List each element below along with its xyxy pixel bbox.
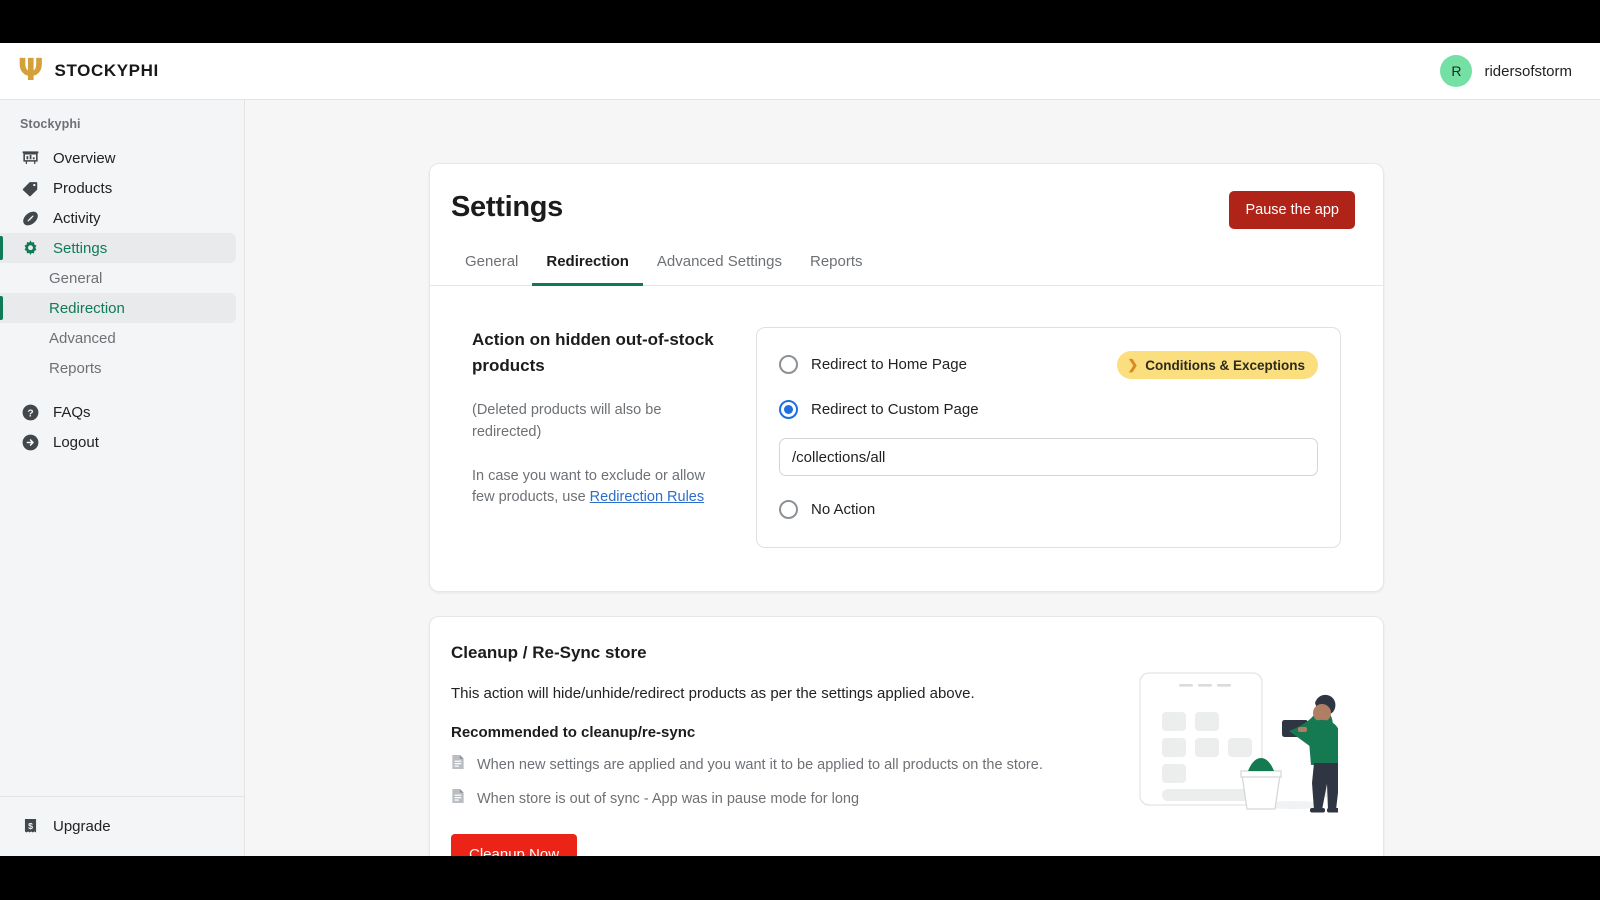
activity-icon [20,208,40,228]
receipt-dollar-icon: $ [20,816,40,836]
sidebar: Stockyphi Overview Products Activity Set… [0,100,245,856]
conditions-exceptions-badge[interactable]: ❯ Conditions & Exceptions [1117,351,1318,379]
cleanup-now-button[interactable]: Cleanup Now [451,834,578,856]
sidebar-item-label: Products [53,179,113,197]
sidebar-item-products[interactable]: Products [0,173,236,203]
custom-url-input[interactable] [779,438,1318,476]
chevron-right-icon: ❯ [1127,357,1139,372]
option-label: No Action [811,500,876,518]
cleanup-bullet-text: When new settings are applied and you wa… [477,756,1043,773]
avatar: R [1440,55,1473,87]
sidebar-item-label: FAQs [53,403,91,421]
option-label: Redirect to Custom Page [811,400,979,418]
conditions-exceptions-label: Conditions & Exceptions [1145,357,1305,373]
main-content: Settings Pause the app General Redirecti… [245,100,1600,856]
radio-redirect-custom[interactable] [779,399,798,419]
pause-app-button[interactable]: Pause the app [1229,191,1355,229]
brand[interactable]: Ψ STOCKYPHI [18,56,159,86]
sidebar-subitem-advanced[interactable]: Advanced [0,323,236,353]
logout-arrow-icon [20,432,40,452]
sidebar-item-label: Overview [53,149,116,167]
sidebar-item-label: Settings [53,239,108,257]
sidebar-item-faqs[interactable]: ? FAQs [0,397,236,427]
option-no-action[interactable]: No Action [779,498,1318,520]
sidebar-subitem-redirection[interactable]: Redirection [0,293,236,323]
bottom-black-bar [0,856,1600,900]
gear-icon [20,238,40,258]
username-label: ridersofstorm [1484,62,1572,80]
document-icon [451,754,465,775]
sidebar-item-settings[interactable]: Settings [0,233,236,263]
page-title: Settings [451,191,563,223]
top-black-bar [0,0,1600,43]
document-icon [451,788,465,809]
sidebar-item-activity[interactable]: Activity [0,203,236,233]
tab-advanced-settings[interactable]: Advanced Settings [643,243,796,286]
psi-logo-icon: Ψ [18,53,44,88]
tag-icon [20,178,40,198]
person-organizing-files-illustration [1138,665,1342,815]
cleanup-title: Cleanup / Re-Sync store [451,643,647,662]
settings-header: Settings Pause the app [430,164,1383,229]
browser-viewport: Ψ STOCKYPHI R ridersofstorm Stockyphi Ov… [0,43,1600,856]
sidebar-item-label: Upgrade [53,817,111,835]
cleanup-bullet-text: When store is out of sync - App was in p… [477,790,860,807]
redirection-note: (Deleted products will also be redirecte… [472,402,662,440]
chart-board-icon [20,148,40,168]
option-redirect-custom[interactable]: Redirect to Custom Page [779,398,1318,420]
tab-reports[interactable]: Reports [796,243,877,286]
redirection-description: Action on hidden out-of-stock products (… [451,327,756,548]
redirection-heading: Action on hidden out-of-stock products [472,330,714,375]
svg-text:$: $ [28,820,33,830]
tab-general[interactable]: General [451,243,532,286]
question-circle-icon: ? [20,402,40,422]
redirect-options-box: ❯ Conditions & Exceptions Redirect to Ho… [756,327,1341,548]
cleanup-card: Cleanup / Re-Sync store This action will… [429,616,1384,856]
redirection-rules-link[interactable]: Redirection Rules [590,489,704,505]
option-label: Redirect to Home Page [811,355,967,373]
redirection-hint: In case you want to exclude or allow few… [472,466,730,510]
redirection-panel: Action on hidden out-of-stock products (… [430,286,1383,591]
settings-card: Settings Pause the app General Redirecti… [429,163,1384,592]
sidebar-item-overview[interactable]: Overview [0,143,236,173]
radio-no-action[interactable] [779,499,798,519]
settings-tabs: General Redirection Advanced Settings Re… [430,243,1383,286]
sidebar-item-logout[interactable]: Logout [0,427,236,457]
app-header: Ψ STOCKYPHI R ridersofstorm [0,43,1600,100]
brand-name: STOCKYPHI [54,61,159,80]
sidebar-footer: $ Upgrade [0,796,244,856]
sidebar-subitem-reports[interactable]: Reports [0,353,236,383]
sidebar-item-label: Activity [53,209,101,227]
svg-text:?: ? [27,408,33,419]
sidebar-nav: Stockyphi Overview Products Activity Set… [0,100,244,796]
tab-redirection[interactable]: Redirection [532,243,643,286]
sidebar-subitem-general[interactable]: General [0,263,236,293]
sidebar-item-label: Logout [53,433,99,451]
radio-redirect-home[interactable] [779,354,798,374]
sidebar-item-upgrade[interactable]: $ Upgrade [0,811,236,841]
user-menu[interactable]: R ridersofstorm [1440,55,1580,87]
sidebar-caption: Stockyphi [20,117,81,131]
